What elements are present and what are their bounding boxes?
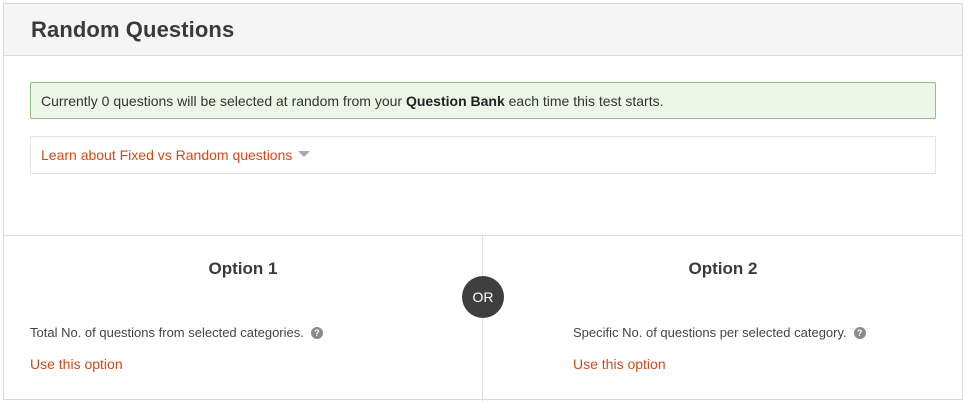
info-alert: Currently 0 questions will be selected a… (30, 82, 936, 119)
option-2-description-text: Specific No. of questions per selected c… (573, 325, 847, 340)
option-1-title: Option 1 (208, 259, 278, 278)
info-text-suffix: each time this test starts. (504, 92, 664, 109)
learn-more-toggle[interactable]: Learn about Fixed vs Random questions (30, 136, 936, 174)
option-1-use-link[interactable]: Use this option (30, 356, 123, 372)
option-2-use-link[interactable]: Use this option (573, 356, 666, 372)
panel-header: Random Questions (4, 4, 962, 56)
info-text-prefix: Currently 0 questions will be selected a… (41, 92, 406, 109)
page-title: Random Questions (31, 16, 235, 42)
option-2-column: Option 2 Specific No. of questions per s… (484, 236, 962, 401)
help-icon[interactable]: ? (310, 326, 323, 339)
info-text-bold: Question Bank (405, 92, 505, 109)
options-section: Option 1 Total No. of questions from sel… (4, 235, 962, 401)
option-1-column: Option 1 Total No. of questions from sel… (4, 236, 483, 401)
random-questions-panel: Random Questions Currently 0 questions w… (3, 3, 963, 401)
option-2-title: Option 2 (688, 259, 758, 278)
option-1-description: Total No. of questions from selected cat… (30, 325, 323, 340)
or-divider-badge: OR (462, 276, 504, 318)
caret-down-icon[interactable] (298, 151, 311, 157)
option-1-description-text: Total No. of questions from selected cat… (30, 325, 304, 340)
learn-more-link[interactable]: Learn about Fixed vs Random questions (41, 147, 292, 163)
option-2-description: Specific No. of questions per selected c… (573, 325, 866, 340)
help-icon[interactable]: ? (853, 326, 866, 339)
